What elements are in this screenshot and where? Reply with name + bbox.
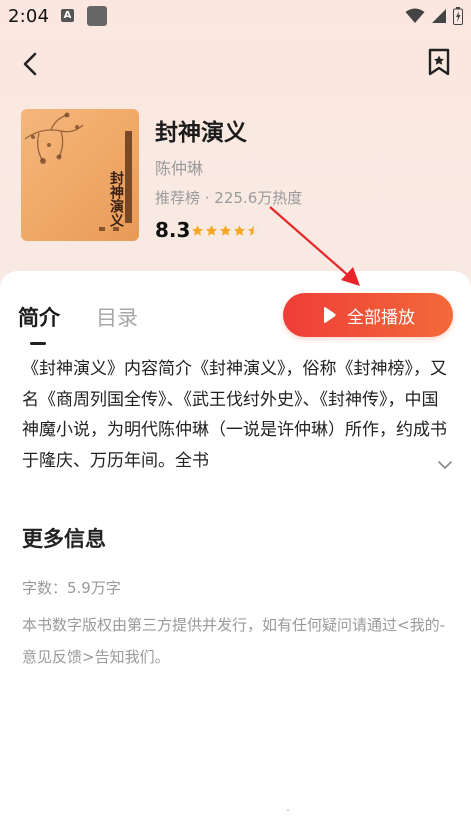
- book-author[interactable]: 陈仲琳: [155, 155, 203, 179]
- notification-a-icon: A: [61, 9, 74, 22]
- play-icon: [324, 306, 336, 324]
- book-title: 封神演义: [155, 120, 247, 146]
- signal-icon: [432, 9, 446, 23]
- star-icon: [219, 225, 232, 236]
- divider-dot: [287, 809, 289, 811]
- rating-stars: [191, 224, 260, 237]
- chevron-down-icon[interactable]: [436, 458, 454, 472]
- cover-title: 封神演义: [108, 171, 124, 227]
- description-fade: [360, 450, 435, 484]
- book-score: 8.3: [155, 218, 191, 242]
- play-all-label: 全部播放: [347, 307, 415, 328]
- book-rank: 推荐榜 · 225.6万热度: [155, 189, 303, 207]
- tab-catalog[interactable]: 目录: [96, 302, 138, 332]
- word-count: 字数：5.9万字: [22, 579, 121, 597]
- status-bar: 2:04 A: [0, 0, 471, 32]
- tab-intro[interactable]: 简介: [18, 302, 60, 332]
- star-icon: [205, 225, 218, 236]
- star-icon: [191, 225, 204, 236]
- play-all-button[interactable]: 全部播放: [283, 293, 453, 337]
- tab-indicator: [30, 342, 46, 345]
- more-info-title: 更多信息: [22, 527, 106, 551]
- wifi-icon: [405, 8, 425, 23]
- bookmark-star-icon[interactable]: [425, 47, 453, 77]
- star-icon: [247, 225, 260, 236]
- back-arrow-icon[interactable]: [18, 50, 46, 78]
- star-icon: [233, 225, 246, 236]
- notification-square-icon: [87, 6, 107, 26]
- status-icons: [405, 6, 463, 26]
- battery-icon: [453, 7, 463, 25]
- copyright-notice: 本书数字版权由第三方提供并发行，如有任何疑问请通过<我的-意见反馈>告知我们。: [22, 616, 445, 666]
- book-cover[interactable]: 封神演义: [21, 109, 139, 241]
- status-time: 2:04: [8, 6, 50, 27]
